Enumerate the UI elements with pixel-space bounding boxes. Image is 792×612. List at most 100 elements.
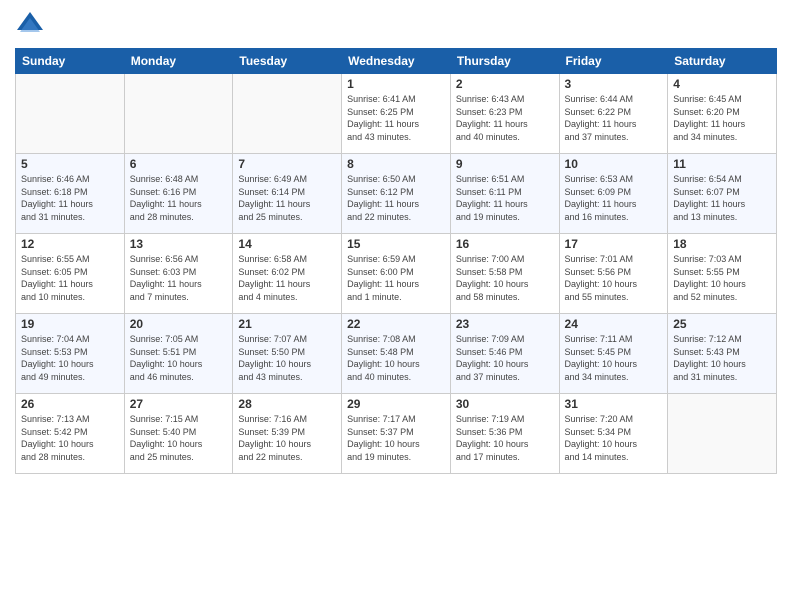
- calendar-cell: 4 Sunrise: 6:45 AM Sunset: 6:20 PM Daylig…: [668, 74, 777, 154]
- day-info: Sunrise: 6:50 AM Sunset: 6:12 PM Dayligh…: [347, 173, 445, 223]
- calendar-cell: 23 Sunrise: 7:09 AM Sunset: 5:46 PM Dayli…: [450, 314, 559, 394]
- calendar-cell: 29 Sunrise: 7:17 AM Sunset: 5:37 PM Dayli…: [342, 394, 451, 474]
- day-number: 17: [565, 237, 663, 251]
- day-number: 14: [238, 237, 336, 251]
- day-number: 27: [130, 397, 228, 411]
- day-number: 5: [21, 157, 119, 171]
- calendar-cell: [16, 74, 125, 154]
- calendar-cell: 15Sunrise: 6:59 AM Sunset: 6:00 PM Dayli…: [342, 234, 451, 314]
- calendar-cell: 1 Sunrise: 6:41 AM Sunset: 6:25 PM Daylig…: [342, 74, 451, 154]
- calendar-cell: 22Sunrise: 7:08 AM Sunset: 5:48 PM Dayli…: [342, 314, 451, 394]
- logo: [15, 10, 49, 40]
- day-info: Sunrise: 6:49 AM Sunset: 6:14 PM Dayligh…: [238, 173, 336, 223]
- calendar-week-4: 19Sunrise: 7:04 AM Sunset: 5:53 PM Dayli…: [16, 314, 777, 394]
- day-number: 29: [347, 397, 445, 411]
- day-number: 26: [21, 397, 119, 411]
- calendar-cell: 16 Sunrise: 7:00 AM Sunset: 5:58 PM Dayli…: [450, 234, 559, 314]
- calendar-cell: 7 Sunrise: 6:49 AM Sunset: 6:14 PM Daylig…: [233, 154, 342, 234]
- calendar-cell: 13 Sunrise: 6:56 AM Sunset: 6:03 PM Dayli…: [124, 234, 233, 314]
- calendar-cell: 30 Sunrise: 7:19 AM Sunset: 5:36 PM Dayli…: [450, 394, 559, 474]
- day-number: 16: [456, 237, 554, 251]
- day-info: Sunrise: 7:19 AM Sunset: 5:36 PM Dayligh…: [456, 413, 554, 463]
- day-info: Sunrise: 7:11 AM Sunset: 5:45 PM Dayligh…: [565, 333, 663, 383]
- day-number: 20: [130, 317, 228, 331]
- day-number: 1: [347, 77, 445, 91]
- day-number: 25: [673, 317, 771, 331]
- day-info: Sunrise: 7:07 AM Sunset: 5:50 PM Dayligh…: [238, 333, 336, 383]
- day-header-friday: Friday: [559, 49, 668, 74]
- page: SundayMondayTuesdayWednesdayThursdayFrid…: [0, 0, 792, 612]
- day-info: Sunrise: 7:01 AM Sunset: 5:56 PM Dayligh…: [565, 253, 663, 303]
- calendar-cell: 10 Sunrise: 6:53 AM Sunset: 6:09 PM Dayli…: [559, 154, 668, 234]
- calendar-cell: 27 Sunrise: 7:15 AM Sunset: 5:40 PM Dayli…: [124, 394, 233, 474]
- day-info: Sunrise: 6:41 AM Sunset: 6:25 PM Dayligh…: [347, 93, 445, 143]
- day-info: Sunrise: 6:43 AM Sunset: 6:23 PM Dayligh…: [456, 93, 554, 143]
- calendar-cell: 31 Sunrise: 7:20 AM Sunset: 5:34 PM Dayli…: [559, 394, 668, 474]
- calendar-cell: 6 Sunrise: 6:48 AM Sunset: 6:16 PM Daylig…: [124, 154, 233, 234]
- day-info: Sunrise: 6:48 AM Sunset: 6:16 PM Dayligh…: [130, 173, 228, 223]
- day-number: 18: [673, 237, 771, 251]
- calendar-week-5: 26Sunrise: 7:13 AM Sunset: 5:42 PM Dayli…: [16, 394, 777, 474]
- day-info: Sunrise: 6:55 AM Sunset: 6:05 PM Dayligh…: [21, 253, 119, 303]
- day-info: Sunrise: 7:15 AM Sunset: 5:40 PM Dayligh…: [130, 413, 228, 463]
- day-header-sunday: Sunday: [16, 49, 125, 74]
- day-info: Sunrise: 7:05 AM Sunset: 5:51 PM Dayligh…: [130, 333, 228, 383]
- calendar-cell: [233, 74, 342, 154]
- day-info: Sunrise: 7:09 AM Sunset: 5:46 PM Dayligh…: [456, 333, 554, 383]
- day-number: 2: [456, 77, 554, 91]
- day-info: Sunrise: 7:17 AM Sunset: 5:37 PM Dayligh…: [347, 413, 445, 463]
- calendar-cell: 24 Sunrise: 7:11 AM Sunset: 5:45 PM Dayli…: [559, 314, 668, 394]
- day-number: 19: [21, 317, 119, 331]
- calendar-cell: 2 Sunrise: 6:43 AM Sunset: 6:23 PM Daylig…: [450, 74, 559, 154]
- calendar-cell: 3Sunrise: 6:44 AM Sunset: 6:22 PM Daylig…: [559, 74, 668, 154]
- day-info: Sunrise: 6:45 AM Sunset: 6:20 PM Dayligh…: [673, 93, 771, 143]
- day-number: 8: [347, 157, 445, 171]
- calendar-week-2: 5 Sunrise: 6:46 AM Sunset: 6:18 PM Daylig…: [16, 154, 777, 234]
- day-number: 7: [238, 157, 336, 171]
- day-number: 13: [130, 237, 228, 251]
- calendar-cell: 25 Sunrise: 7:12 AM Sunset: 5:43 PM Dayli…: [668, 314, 777, 394]
- day-info: Sunrise: 6:58 AM Sunset: 6:02 PM Dayligh…: [238, 253, 336, 303]
- day-info: Sunrise: 7:00 AM Sunset: 5:58 PM Dayligh…: [456, 253, 554, 303]
- day-number: 9: [456, 157, 554, 171]
- day-number: 12: [21, 237, 119, 251]
- header: [15, 10, 777, 40]
- day-number: 4: [673, 77, 771, 91]
- calendar-cell: 11 Sunrise: 6:54 AM Sunset: 6:07 PM Dayli…: [668, 154, 777, 234]
- calendar-week-3: 12 Sunrise: 6:55 AM Sunset: 6:05 PM Dayli…: [16, 234, 777, 314]
- calendar-cell: 18 Sunrise: 7:03 AM Sunset: 5:55 PM Dayli…: [668, 234, 777, 314]
- day-number: 11: [673, 157, 771, 171]
- logo-icon: [15, 10, 45, 40]
- day-info: Sunrise: 6:56 AM Sunset: 6:03 PM Dayligh…: [130, 253, 228, 303]
- calendar-cell: 28Sunrise: 7:16 AM Sunset: 5:39 PM Dayli…: [233, 394, 342, 474]
- day-header-monday: Monday: [124, 49, 233, 74]
- calendar-cell: 9Sunrise: 6:51 AM Sunset: 6:11 PM Daylig…: [450, 154, 559, 234]
- day-number: 31: [565, 397, 663, 411]
- day-info: Sunrise: 6:53 AM Sunset: 6:09 PM Dayligh…: [565, 173, 663, 223]
- calendar-cell: 26Sunrise: 7:13 AM Sunset: 5:42 PM Dayli…: [16, 394, 125, 474]
- day-info: Sunrise: 7:16 AM Sunset: 5:39 PM Dayligh…: [238, 413, 336, 463]
- calendar-cell: 19Sunrise: 7:04 AM Sunset: 5:53 PM Dayli…: [16, 314, 125, 394]
- calendar-cell: 5 Sunrise: 6:46 AM Sunset: 6:18 PM Daylig…: [16, 154, 125, 234]
- day-number: 23: [456, 317, 554, 331]
- day-info: Sunrise: 7:12 AM Sunset: 5:43 PM Dayligh…: [673, 333, 771, 383]
- day-info: Sunrise: 7:03 AM Sunset: 5:55 PM Dayligh…: [673, 253, 771, 303]
- day-number: 24: [565, 317, 663, 331]
- calendar-cell: 14 Sunrise: 6:58 AM Sunset: 6:02 PM Dayli…: [233, 234, 342, 314]
- day-number: 15: [347, 237, 445, 251]
- calendar-cell: 8 Sunrise: 6:50 AM Sunset: 6:12 PM Daylig…: [342, 154, 451, 234]
- day-number: 22: [347, 317, 445, 331]
- day-number: 6: [130, 157, 228, 171]
- day-number: 10: [565, 157, 663, 171]
- day-header-thursday: Thursday: [450, 49, 559, 74]
- day-info: Sunrise: 6:46 AM Sunset: 6:18 PM Dayligh…: [21, 173, 119, 223]
- day-number: 3: [565, 77, 663, 91]
- calendar-header-row: SundayMondayTuesdayWednesdayThursdayFrid…: [16, 49, 777, 74]
- calendar-cell: [124, 74, 233, 154]
- calendar-cell: [668, 394, 777, 474]
- calendar-cell: 20 Sunrise: 7:05 AM Sunset: 5:51 PM Dayli…: [124, 314, 233, 394]
- day-info: Sunrise: 6:54 AM Sunset: 6:07 PM Dayligh…: [673, 173, 771, 223]
- calendar-week-1: 1 Sunrise: 6:41 AM Sunset: 6:25 PM Daylig…: [16, 74, 777, 154]
- day-info: Sunrise: 7:20 AM Sunset: 5:34 PM Dayligh…: [565, 413, 663, 463]
- day-number: 30: [456, 397, 554, 411]
